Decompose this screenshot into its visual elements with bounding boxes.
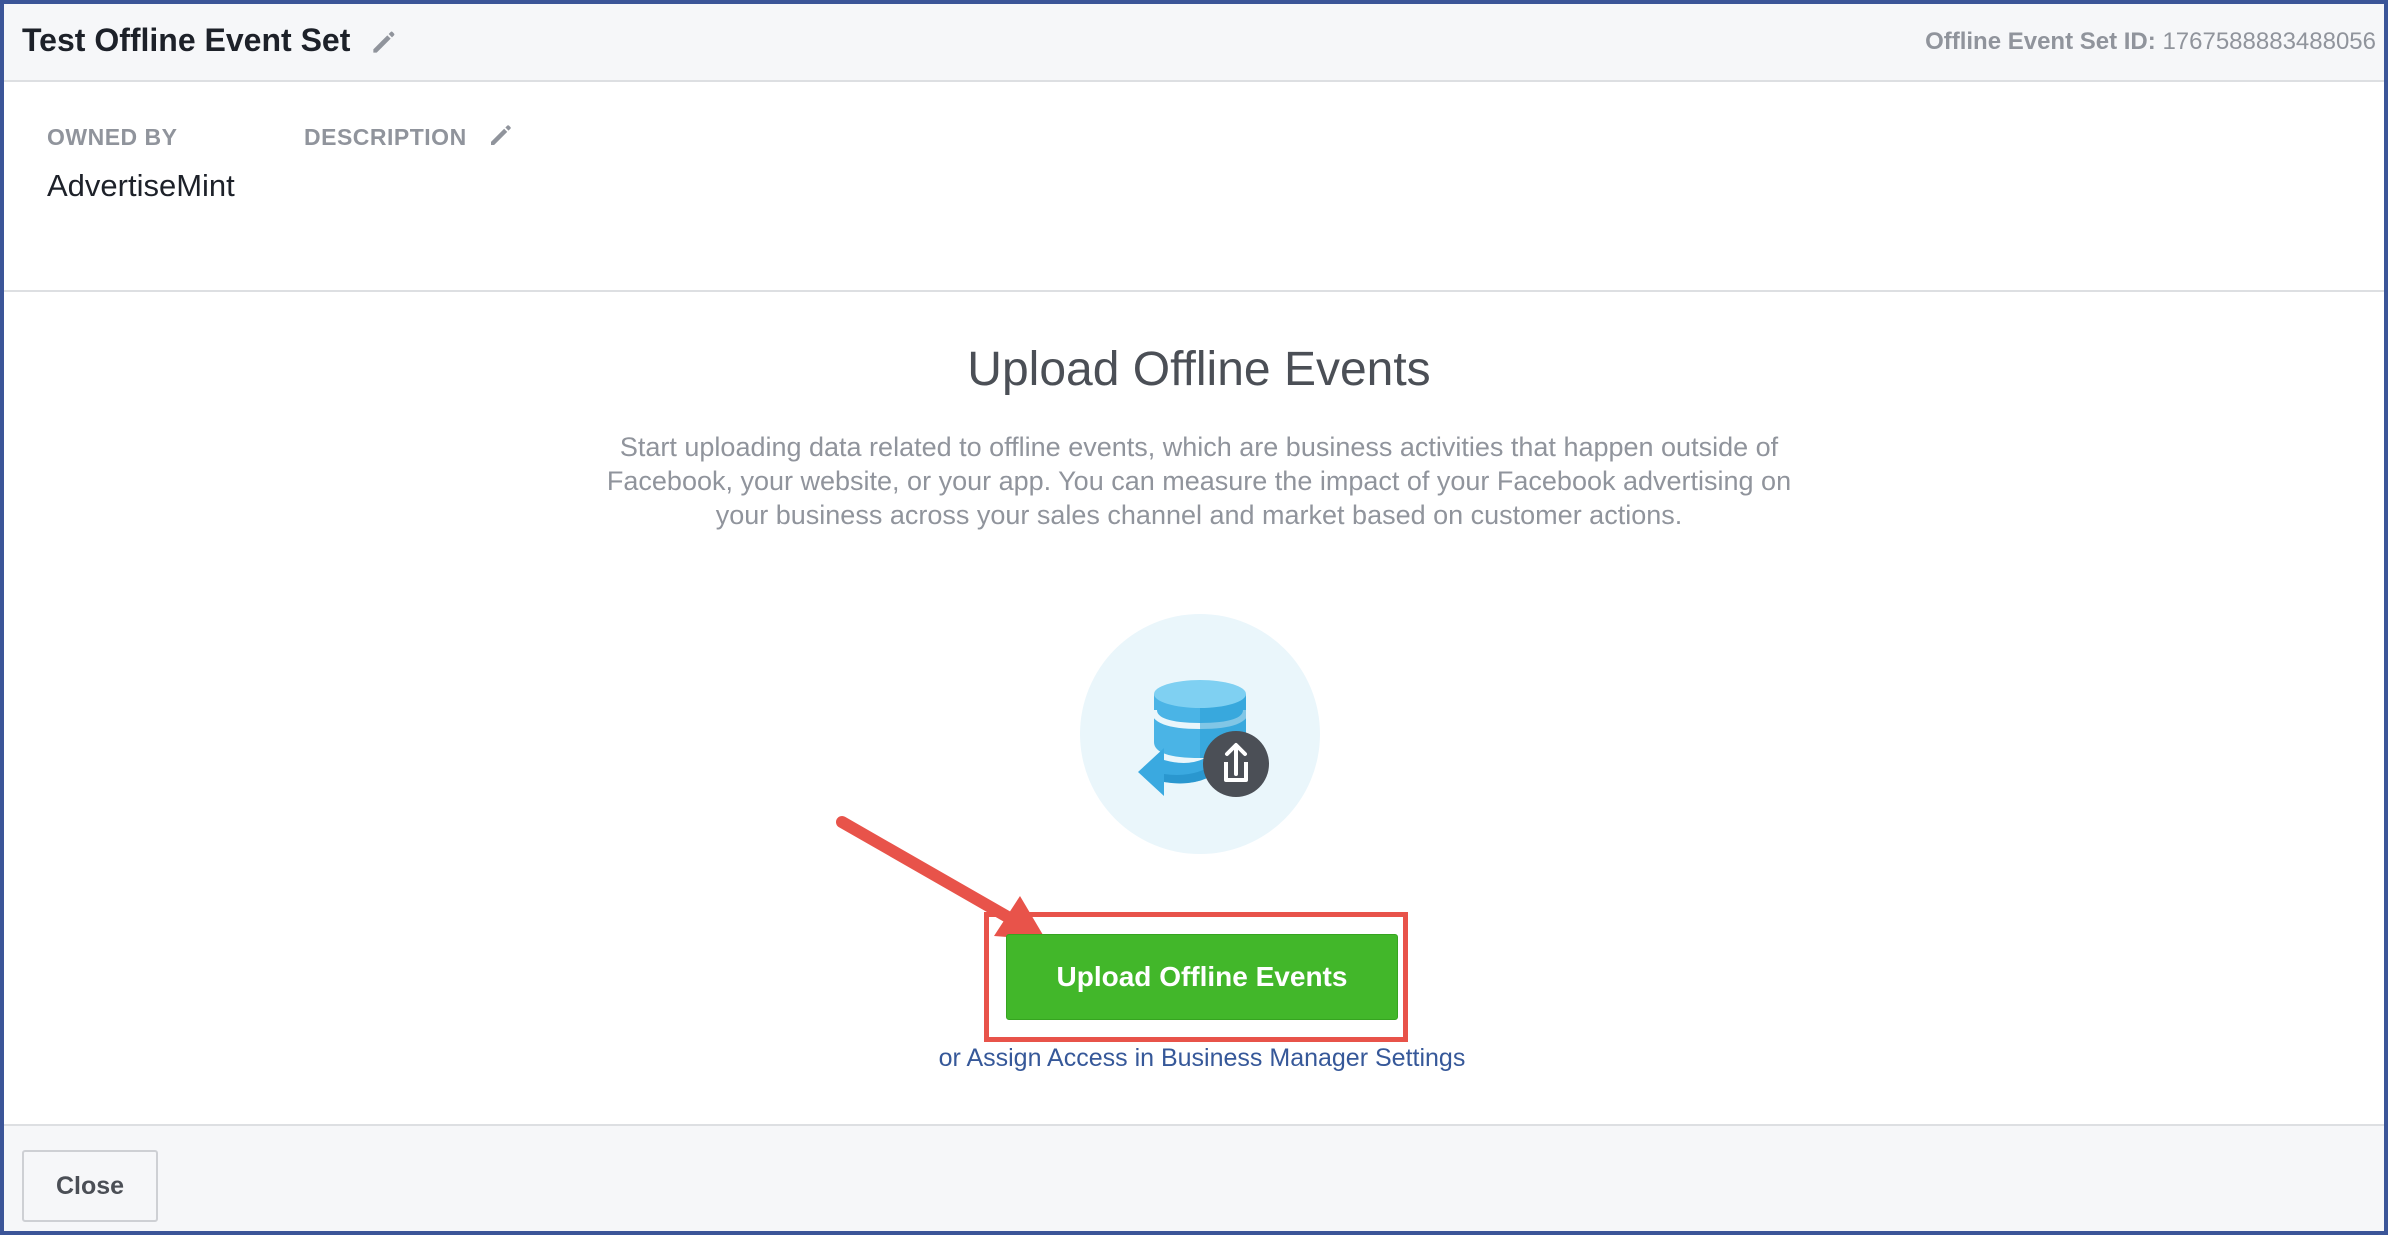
assign-access-container: or Assign Access in Business Manager Set… <box>4 1044 2384 1073</box>
owned-by-value: AdvertiseMint <box>47 168 235 203</box>
pencil-icon[interactable] <box>486 120 516 150</box>
event-set-id-value: 1767588883488056 <box>2162 28 2376 55</box>
upload-section: Upload Offline Events Start uploading da… <box>4 292 2384 1124</box>
upload-offline-events-button[interactable]: Upload Offline Events <box>1006 934 1398 1020</box>
event-set-title: Test Offline Event Set <box>22 22 351 58</box>
assign-access-link[interactable]: or Assign Access in Business Manager Set… <box>939 1044 1466 1072</box>
event-set-id-label: Offline Event Set ID: <box>1925 28 2156 55</box>
owned-by-label: OWNED BY <box>47 124 178 150</box>
event-set-details: OWNED BY AdvertiseMint DESCRIPTION <box>4 82 2384 292</box>
description-label: DESCRIPTION <box>304 124 467 150</box>
dialog-frame: Test Offline Event Set Offline Event Set… <box>0 0 2388 1235</box>
pencil-icon[interactable] <box>368 26 400 58</box>
database-upload-icon <box>1080 614 1320 854</box>
upload-description: Start uploading data related to offline … <box>606 432 1792 530</box>
event-set-id: Offline Event Set ID: 1767588883488056 <box>1925 28 2376 56</box>
close-button[interactable]: Close <box>22 1150 158 1222</box>
dialog-footer: Close <box>4 1124 2384 1231</box>
dialog-header: Test Offline Event Set Offline Event Set… <box>4 4 2384 82</box>
upload-heading: Upload Offline Events <box>967 343 1431 396</box>
